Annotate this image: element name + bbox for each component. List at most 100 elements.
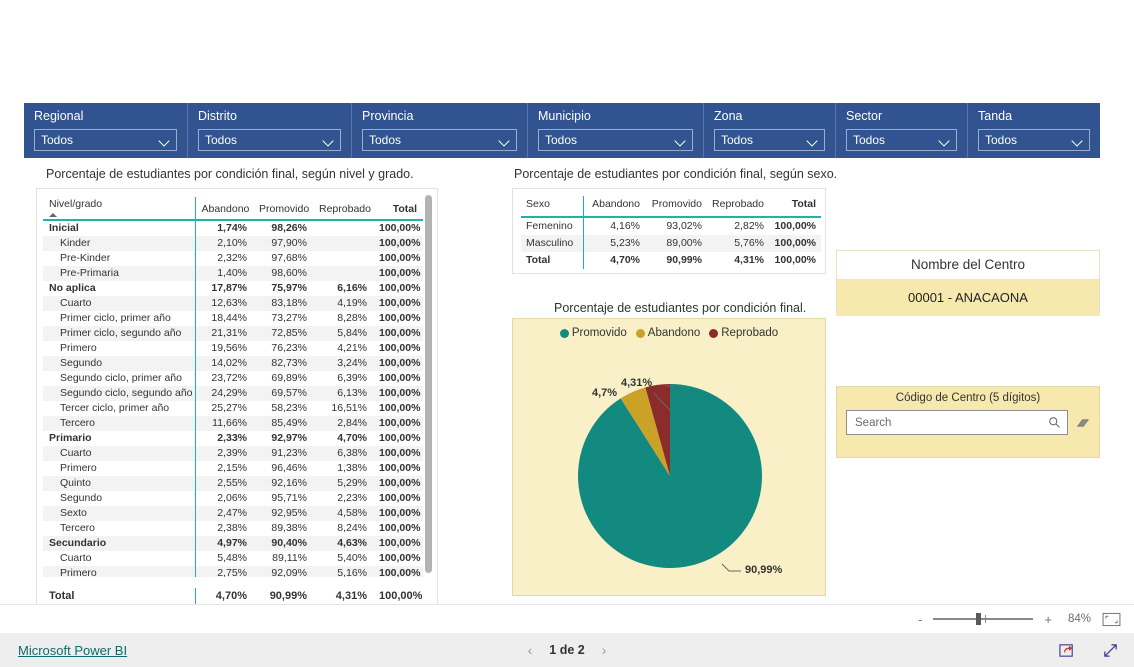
sex-total-promovido: 90,99%: [666, 254, 702, 266]
matrix-row[interactable]: Inicial 1,74% 98,26% 100,00%: [43, 221, 423, 236]
sex-col-abandono[interactable]: Abandono: [582, 196, 645, 218]
matrix-row[interactable]: Primario 2,33% 92,97% 4,70% 100,00%: [43, 431, 423, 446]
sex-cell-reprobado: 2,82%: [734, 220, 764, 232]
sex-col-reprobado[interactable]: Reprobado: [707, 196, 769, 218]
matrix-row[interactable]: Cuarto 2,39% 91,23% 6,38% 100,00%: [43, 446, 423, 461]
matrix-row[interactable]: Primero 19,56% 76,23% 4,21% 100,00%: [43, 341, 423, 356]
matrix-row[interactable]: Pre-Kinder 2,32% 97,68% 100,00%: [43, 251, 423, 266]
zoom-out-button[interactable]: -: [918, 612, 922, 627]
matrix-cell-label: Primero: [60, 462, 97, 474]
previous-page-button[interactable]: ‹: [528, 642, 533, 658]
matrix-cell-abandono: 12,63%: [194, 296, 253, 311]
matrix-total-total: 100,00%: [379, 590, 423, 602]
matrix-col-promovido[interactable]: Promovido: [253, 197, 313, 221]
pie-slice-promovido[interactable]: [578, 384, 763, 568]
matrix-cell-abandono: 2,06%: [194, 491, 253, 506]
slicer-distrito[interactable]: Distrito Todos: [188, 103, 352, 158]
matrix-col-reprobado[interactable]: Reprobado: [313, 197, 373, 221]
matrix-scrollbar-thumb[interactable]: [425, 195, 432, 573]
matrix-row[interactable]: Tercero 2,38% 89,38% 8,24% 100,00%: [43, 521, 423, 536]
slicer-dropdown-zona[interactable]: Todos: [714, 129, 825, 151]
next-page-button[interactable]: ›: [602, 642, 607, 658]
matrix-row[interactable]: No aplica 17,87% 75,97% 6,16% 100,00%: [43, 281, 423, 296]
zoom-slider-thumb[interactable]: [976, 613, 982, 625]
matrix-visual-title: Porcentaje de estudiantes por condición …: [46, 167, 414, 181]
matrix-col-total[interactable]: Total: [373, 197, 423, 221]
slicer-municipio[interactable]: Municipio Todos: [528, 103, 704, 158]
sex-table-body: Femenino 4,16% 93,02% 2,82% 100,00% Masculino…: [521, 217, 821, 252]
center-code-search-input[interactable]: [853, 415, 1048, 430]
slicer-dropdown-provincia[interactable]: Todos: [362, 129, 517, 151]
fit-to-page-icon[interactable]: [1102, 612, 1121, 627]
slicer-tanda[interactable]: Tanda Todos: [968, 103, 1100, 158]
matrix-row[interactable]: Segundo 2,06% 95,71% 2,23% 100,00%: [43, 491, 423, 506]
matrix-vertical-scrollbar[interactable]: [425, 195, 432, 595]
matrix-row[interactable]: Tercer ciclo, primer año 25,27% 58,23% 16,5…: [43, 401, 423, 416]
share-icon[interactable]: [1059, 642, 1076, 659]
matrix-cell-promovido: 75,97%: [271, 282, 307, 294]
sex-table-row[interactable]: Masculino 5,23% 89,00% 5,76% 100,00%: [521, 235, 821, 252]
slicer-dropdown-sector[interactable]: Todos: [846, 129, 957, 151]
chevron-down-icon: [1072, 135, 1083, 146]
matrix-body[interactable]: Inicial 1,74% 98,26% 100,00% Kinder 2,10% 97,9…: [37, 221, 437, 577]
matrix-cell-reprobado: [313, 251, 373, 266]
matrix-row[interactable]: Sexto 2,47% 92,95% 4,58% 100,00%: [43, 506, 423, 521]
slicer-label-provincia: Provincia: [362, 109, 414, 123]
matrix-cell-reprobado: 4,70%: [337, 432, 367, 444]
matrix-row[interactable]: Tercero 11,66% 85,49% 2,84% 100,00%: [43, 416, 423, 431]
sex-table-visual[interactable]: Sexo Abandono Promovido Reprobado Total …: [512, 188, 826, 274]
sex-cell-label: Femenino: [526, 220, 573, 232]
slicer-label-distrito: Distrito: [198, 109, 237, 123]
slicer-dropdown-distrito[interactable]: Todos: [198, 129, 341, 151]
slicer-dropdown-municipio[interactable]: Todos: [538, 129, 693, 151]
slicer-zona[interactable]: Zona Todos: [704, 103, 836, 158]
sex-cell-promovido: 89,00%: [645, 235, 707, 252]
slicer-provincia[interactable]: Provincia Todos: [352, 103, 528, 158]
pie-chart-area[interactable]: 4,7% 4,31% 90,99%: [513, 319, 827, 597]
matrix-cell-total: 100,00%: [373, 536, 423, 551]
pie-chart-svg[interactable]: [513, 319, 827, 597]
matrix-row[interactable]: Cuarto 5,48% 89,11% 5,40% 100,00%: [43, 551, 423, 566]
matrix-row[interactable]: Cuarto 12,63% 83,18% 4,19% 100,00%: [43, 296, 423, 311]
matrix-row[interactable]: Segundo ciclo, primer año 23,72% 69,89% 6,3…: [43, 371, 423, 386]
matrix-row[interactable]: Kinder 2,10% 97,90% 100,00%: [43, 236, 423, 251]
center-code-search-box[interactable]: [846, 410, 1068, 435]
matrix-row[interactable]: Primer ciclo, primer año 18,44% 73,27% 8,28…: [43, 311, 423, 326]
sex-table-row[interactable]: Femenino 4,16% 93,02% 2,82% 100,00%: [521, 217, 821, 235]
slicer-regional[interactable]: Regional Todos: [24, 103, 188, 158]
matrix-cell-total: 100,00%: [379, 372, 421, 384]
matrix-cell-total: 100,00%: [379, 312, 421, 324]
matrix-row[interactable]: Segundo ciclo, segundo año 24,29% 69,57% 6,…: [43, 386, 423, 401]
pie-chart-visual[interactable]: Promovido Abandono Reprobado 4,7% 4,31% 90…: [512, 318, 826, 596]
slicer-sector[interactable]: Sector Todos: [836, 103, 968, 158]
slicer-dropdown-regional[interactable]: Todos: [34, 129, 177, 151]
matrix-visual[interactable]: Nivel/grado Abandono Promovido Reprobado…: [36, 188, 438, 606]
sex-col-total[interactable]: Total: [769, 196, 821, 218]
eraser-clear-icon[interactable]: [1075, 416, 1090, 430]
zoom-slider[interactable]: [933, 612, 1034, 626]
matrix-cell-promovido: 89,11%: [272, 552, 307, 564]
matrix-cell-label: No aplica: [49, 282, 96, 294]
slicer-dropdown-tanda[interactable]: Todos: [978, 129, 1090, 151]
matrix-row[interactable]: Primero 2,15% 96,46% 1,38% 100,00%: [43, 461, 423, 476]
matrix-row[interactable]: Pre-Primaria 1,40% 98,60% 100,00%: [43, 266, 423, 281]
fullscreen-icon[interactable]: [1102, 642, 1119, 659]
matrix-row[interactable]: Primero 2,75% 92,09% 5,16% 100,00%: [43, 566, 423, 577]
matrix-cell-label: Kinder: [43, 236, 195, 251]
matrix-col-abandono[interactable]: Abandono: [194, 197, 253, 221]
matrix-row[interactable]: Primer ciclo, segundo año 21,31% 72,85% 5,8…: [43, 326, 423, 341]
matrix-row[interactable]: Segundo 14,02% 82,73% 3,24% 100,00%: [43, 356, 423, 371]
center-name-card[interactable]: Nombre del Centro 00001 - ANACAONA: [836, 250, 1100, 316]
sex-col-sexo[interactable]: Sexo: [521, 196, 583, 218]
search-icon[interactable]: [1048, 416, 1061, 429]
matrix-rows-body: Inicial 1,74% 98,26% 100,00% Kinder 2,10% 97,9…: [43, 221, 423, 577]
zoom-in-button[interactable]: +: [1044, 612, 1052, 627]
matrix-col-nivel-grado[interactable]: Nivel/grado: [43, 197, 195, 221]
matrix-cell-abandono: 2,47%: [194, 506, 253, 521]
matrix-row[interactable]: Quinto 2,55% 92,16% 5,29% 100,00%: [43, 476, 423, 491]
matrix-row[interactable]: Secundario 4,97% 90,40% 4,63% 100,00%: [43, 536, 423, 551]
center-code-slicer-card[interactable]: Código de Centro (5 dígitos): [836, 386, 1100, 458]
matrix-cell-total: 100,00%: [379, 402, 421, 414]
matrix-cell-promovido: 95,71%: [271, 492, 307, 504]
sex-col-promovido[interactable]: Promovido: [645, 196, 707, 218]
